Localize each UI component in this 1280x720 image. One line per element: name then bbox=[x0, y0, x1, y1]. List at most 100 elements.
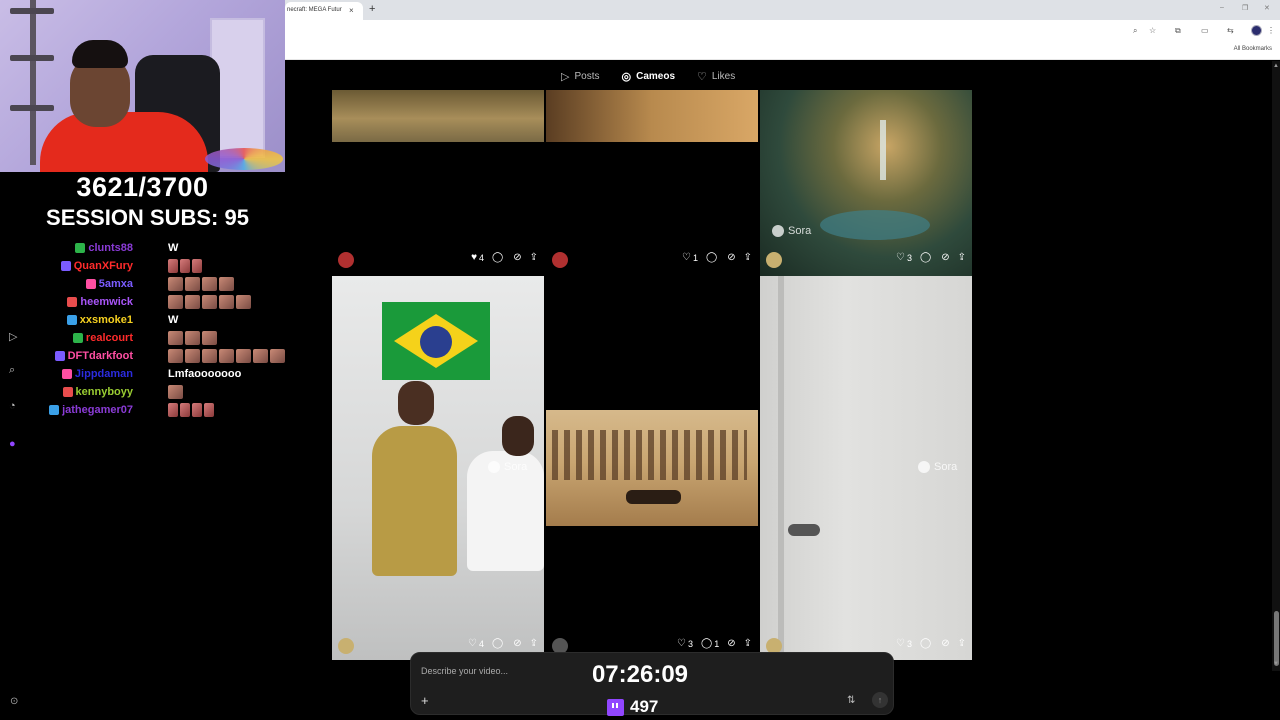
sora-logo-icon bbox=[772, 225, 784, 237]
like-button[interactable]: ♥ 4 bbox=[471, 253, 484, 264]
scroll-up-icon[interactable]: ▲ bbox=[1272, 63, 1280, 69]
remix-icon[interactable]: ⊘ bbox=[727, 639, 735, 649]
creator-avatar[interactable] bbox=[766, 252, 782, 268]
scroll-thumb[interactable] bbox=[1274, 611, 1279, 666]
tab-cameos[interactable]: ◎ Cameos bbox=[621, 70, 675, 83]
browser-tab-strip: necraft: MEGA Futur × + – ❐ ✕ bbox=[285, 0, 1280, 20]
emote-icon bbox=[219, 349, 234, 363]
emote-icon bbox=[192, 403, 202, 417]
chat-user[interactable]: 5amxa bbox=[85, 276, 133, 292]
browser-menu-icon[interactable]: ⋮ bbox=[1267, 25, 1275, 37]
chat-username[interactable]: jathegamer07 bbox=[62, 404, 133, 416]
close-window-icon[interactable]: ✕ bbox=[1264, 4, 1270, 12]
channel-avatar-icon[interactable]: ● bbox=[9, 438, 16, 450]
scroll-down-icon[interactable]: ▼ bbox=[1272, 661, 1280, 667]
browser-tab[interactable]: necraft: MEGA Futur × bbox=[285, 2, 363, 20]
restore-icon[interactable]: ❐ bbox=[1242, 4, 1248, 12]
remix-icon[interactable]: ⊘ bbox=[513, 253, 521, 263]
chat-username[interactable]: Jippdaman bbox=[75, 368, 133, 380]
chat-badge-icon bbox=[60, 261, 71, 271]
share-icon[interactable]: ⇪ bbox=[958, 253, 966, 263]
share-icon[interactable]: ⇪ bbox=[958, 639, 966, 649]
like-button[interactable]: ♡ 3 bbox=[896, 253, 912, 264]
remix-icon[interactable]: ⊘ bbox=[513, 639, 521, 649]
like-count: 1 bbox=[693, 253, 699, 263]
comment-button[interactable]: ◯ bbox=[920, 639, 933, 649]
creator-avatar[interactable] bbox=[338, 638, 354, 654]
new-tab-button[interactable]: + bbox=[369, 2, 375, 16]
sub-goal-counter: 3621/3700 bbox=[76, 172, 209, 202]
add-media-button[interactable]: + bbox=[421, 694, 429, 707]
emote-icon bbox=[180, 259, 190, 273]
like-button[interactable]: ♡ 4 bbox=[468, 639, 484, 650]
video-card[interactable] bbox=[546, 276, 758, 660]
video-card[interactable]: Sora bbox=[760, 276, 972, 660]
prompt-input[interactable]: Describe your video... bbox=[421, 666, 508, 676]
video-card[interactable] bbox=[332, 90, 544, 277]
chat-username[interactable]: kennyboyy bbox=[76, 386, 133, 398]
chat-user[interactable]: xxsmoke1 bbox=[66, 312, 133, 328]
video-card[interactable]: Sora bbox=[760, 90, 972, 277]
share-icon[interactable]: ⇪ bbox=[530, 253, 538, 263]
chat-user[interactable]: heemwick bbox=[67, 294, 133, 310]
comment-button[interactable]: ◯ bbox=[920, 253, 933, 263]
share-icon[interactable]: ⇪ bbox=[744, 253, 752, 263]
zoom-icon[interactable]: ⌕ bbox=[1133, 25, 1137, 37]
comment-count: 1 bbox=[714, 639, 720, 649]
emote-icon bbox=[185, 331, 200, 345]
sidebar-icon[interactable]: ▭ bbox=[1201, 25, 1209, 37]
chat-user[interactable]: jathegamer07 bbox=[49, 402, 133, 418]
chat-badge-icon bbox=[49, 405, 60, 415]
chat-username[interactable]: QuanXFury bbox=[74, 260, 133, 272]
comment-button[interactable]: ◯ bbox=[492, 253, 505, 263]
chat-username[interactable]: clunts88 bbox=[88, 242, 133, 254]
emote-icon bbox=[204, 403, 214, 417]
tab-posts[interactable]: ▷ Posts bbox=[561, 70, 599, 83]
chat-username[interactable]: 5amxa bbox=[99, 278, 133, 290]
chat-username[interactable]: realcourt bbox=[86, 332, 133, 344]
bookmark-star-icon[interactable]: ☆ bbox=[1149, 25, 1156, 37]
chat-user[interactable]: realcourt bbox=[72, 330, 133, 346]
chat-badge-icon bbox=[61, 369, 72, 379]
translate-icon[interactable]: ⇆ bbox=[1227, 25, 1234, 37]
comment-button[interactable]: ◯ bbox=[492, 639, 505, 649]
browse-icon[interactable]: ▷ bbox=[9, 330, 17, 343]
comment-button[interactable]: ◯ 1 bbox=[701, 639, 720, 650]
chat-user[interactable]: DFTdarkfoot bbox=[54, 348, 133, 364]
share-icon[interactable]: ⇪ bbox=[744, 639, 752, 649]
all-bookmarks-link[interactable]: All Bookmarks bbox=[1234, 46, 1272, 52]
video-card[interactable]: Sora bbox=[332, 276, 544, 660]
remix-icon[interactable]: ⊘ bbox=[941, 253, 949, 263]
like-button[interactable]: ♡ 3 bbox=[677, 639, 693, 650]
chat-username[interactable]: heemwick bbox=[80, 296, 133, 308]
creator-avatar[interactable] bbox=[338, 252, 354, 268]
notification-icon[interactable]: ◔ bbox=[9, 400, 16, 412]
chat-user[interactable]: kennyboyy bbox=[62, 384, 133, 400]
chat-user[interactable]: Jippdaman bbox=[61, 366, 133, 382]
heart-icon: ♡ bbox=[896, 638, 905, 649]
video-card[interactable] bbox=[546, 90, 758, 277]
chat-user[interactable]: QuanXFury bbox=[60, 258, 133, 274]
remix-icon[interactable]: ⊘ bbox=[727, 253, 735, 263]
profile-avatar-icon[interactable] bbox=[1251, 25, 1262, 36]
creator-avatar[interactable] bbox=[552, 252, 568, 268]
like-button[interactable]: ♡ 1 bbox=[682, 253, 699, 264]
chat-settings-icon[interactable]: ⊙ bbox=[10, 696, 18, 707]
chat-username[interactable]: DFTdarkfoot bbox=[68, 350, 133, 362]
video-thumbnail bbox=[546, 90, 758, 142]
settings-icon[interactable]: ⇅ bbox=[847, 695, 855, 706]
tab-close-icon[interactable]: × bbox=[349, 5, 354, 17]
chat-username[interactable]: xxsmoke1 bbox=[80, 314, 133, 326]
remix-icon[interactable]: ⊘ bbox=[941, 639, 949, 649]
minimize-icon[interactable]: – bbox=[1220, 4, 1224, 11]
page-scrollbar[interactable]: ▲ ▼ bbox=[1272, 61, 1280, 671]
extensions-icon[interactable]: ⧉ bbox=[1175, 25, 1181, 37]
tab-likes[interactable]: ♡ Likes bbox=[697, 70, 735, 83]
chat-user[interactable]: clunts88 bbox=[75, 240, 133, 256]
comment-button[interactable]: ◯ bbox=[706, 253, 719, 263]
send-button[interactable]: ↑ bbox=[872, 692, 888, 708]
twitch-logo-icon bbox=[607, 698, 624, 716]
like-button[interactable]: ♡ 3 bbox=[896, 638, 912, 650]
share-icon[interactable]: ⇪ bbox=[530, 639, 538, 649]
search-icon[interactable]: ⌕ bbox=[9, 364, 15, 377]
